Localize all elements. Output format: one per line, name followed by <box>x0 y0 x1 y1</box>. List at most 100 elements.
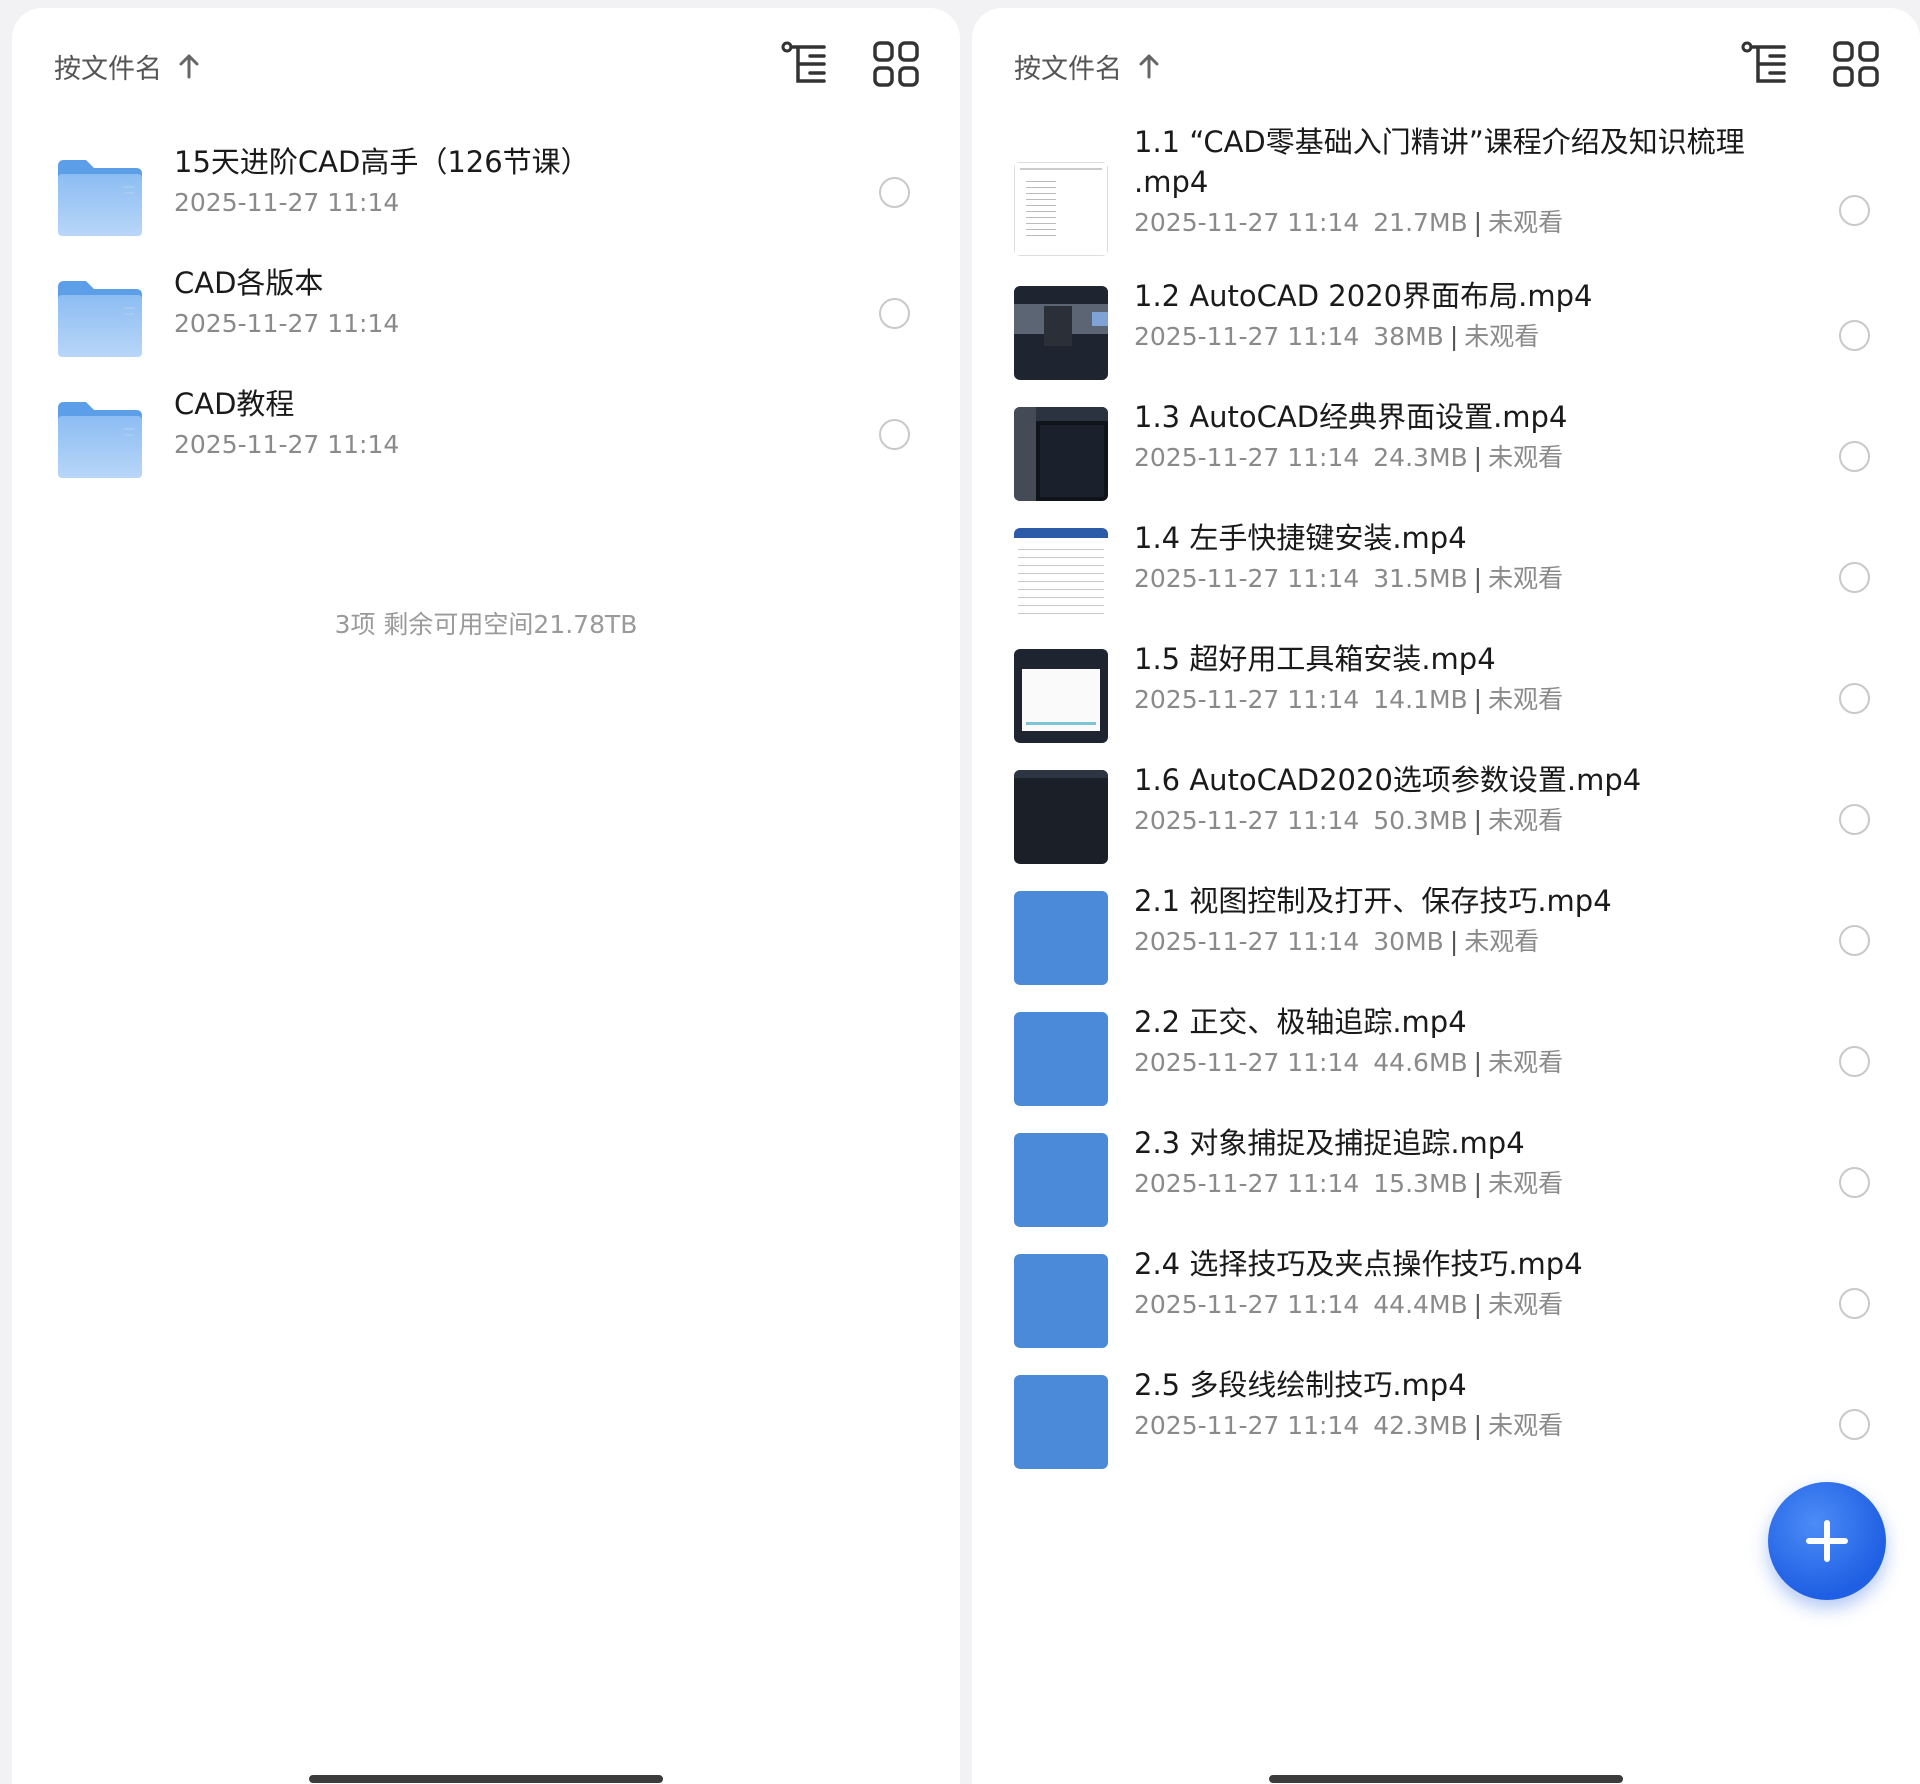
select-radio[interactable] <box>1839 683 1870 714</box>
file-row[interactable]: 1.6 AutoCAD2020选项参数设置.mp4 2025-11-27 11:1… <box>972 748 1920 878</box>
file-meta: 2025-11-27 11:14 38MB | 未观看 <box>1134 320 1780 354</box>
file-row[interactable]: 1.1 “CAD零基础入门精讲”课程介绍及知识梳理 .mp4 2025-11-27 … <box>972 125 1920 258</box>
file-text: 1.6 AutoCAD2020选项参数设置.mp4 2025-11-27 11:1… <box>1134 760 1780 838</box>
file-size: 14.1MB <box>1373 685 1468 714</box>
meta-separator: | <box>1473 1048 1483 1077</box>
sort-by-name-button[interactable]: 按文件名 <box>54 40 200 92</box>
file-size: 24.3MB <box>1373 443 1468 472</box>
folder-date: 2025-11-27 11:14 <box>174 430 400 459</box>
plus-icon <box>1806 1520 1848 1562</box>
select-radio[interactable] <box>879 419 910 450</box>
tree-view-icon[interactable] <box>778 38 830 90</box>
file-size: 15.3MB <box>1373 1169 1468 1198</box>
folder-date: 2025-11-27 11:14 <box>174 188 400 217</box>
select-radio[interactable] <box>1839 1288 1870 1319</box>
select-radio[interactable] <box>1839 925 1870 956</box>
video-thumbnail <box>1014 407 1108 501</box>
file-date: 2025-11-27 11:14 <box>1134 685 1360 714</box>
file-meta: 2025-11-27 11:14 30MB | 未观看 <box>1134 925 1780 959</box>
folder-row[interactable]: 15天进阶CAD高手（126节课） 2025-11-27 11:14 <box>12 128 960 258</box>
select-radio[interactable] <box>1839 195 1870 226</box>
file-name: 1.1 “CAD零基础入门精讲”课程介绍及知识梳理 <box>1134 125 1745 159</box>
file-row[interactable]: 2.3 对象捕捉及捕捉追踪.mp4 2025-11-27 11:14 15.3MB |… <box>972 1111 1920 1241</box>
file-row[interactable]: 1.3 AutoCAD经典界面设置.mp4 2025-11-27 11:14 24.… <box>972 385 1920 515</box>
file-meta: 2025-11-27 11:14 14.1MB | 未观看 <box>1134 683 1780 717</box>
file-row[interactable]: 2.1 视图控制及打开、保存技巧.mp4 2025-11-27 11:14 30MB… <box>972 869 1920 999</box>
folder-name: CAD各版本 <box>174 266 324 300</box>
select-radio[interactable] <box>1839 562 1870 593</box>
select-radio[interactable] <box>1839 1046 1870 1077</box>
file-text: 1.2 AutoCAD 2020界面布局.mp4 2025-11-27 11:14… <box>1134 276 1780 354</box>
file-meta: 2025-11-27 11:14 44.4MB | 未观看 <box>1134 1288 1780 1322</box>
file-date: 2025-11-27 11:14 <box>1134 443 1360 472</box>
file-meta: 2025-11-27 11:14 24.3MB | 未观看 <box>1134 441 1780 475</box>
grid-view-icon[interactable] <box>1830 38 1882 90</box>
meta-separator: | <box>1449 927 1459 956</box>
file-text: 1.3 AutoCAD经典界面设置.mp4 2025-11-27 11:14 24.… <box>1134 397 1780 475</box>
folder-name: CAD教程 <box>174 387 295 421</box>
arrow-up-icon <box>1139 54 1159 79</box>
add-button[interactable] <box>1768 1482 1886 1600</box>
file-date: 2025-11-27 11:14 <box>1134 208 1360 237</box>
watch-status: 未观看 <box>1464 927 1540 956</box>
watch-status: 未观看 <box>1488 685 1564 714</box>
watch-status: 未观看 <box>1488 806 1564 835</box>
meta-separator: | <box>1449 322 1459 351</box>
file-date: 2025-11-27 11:14 <box>1134 1411 1360 1440</box>
folder-name: 15天进阶CAD高手（126节课） <box>174 145 590 179</box>
video-thumbnail <box>1014 770 1108 864</box>
file-text: 1.1 “CAD零基础入门精讲”课程介绍及知识梳理 .mp4 2025-11-27 … <box>1134 122 1780 240</box>
select-radio[interactable] <box>879 177 910 208</box>
file-row[interactable]: 1.5 超好用工具箱安装.mp4 2025-11-27 11:14 14.1MB | 未… <box>972 627 1920 757</box>
file-size: 38MB <box>1373 322 1444 351</box>
meta-separator: | <box>1473 1169 1483 1198</box>
file-date: 2025-11-27 11:14 <box>1134 1048 1360 1077</box>
folder-text: CAD教程 2025-11-27 11:14 <box>174 384 820 462</box>
video-thumbnail <box>1014 286 1108 380</box>
home-indicator[interactable] <box>1269 1775 1623 1783</box>
file-text: 2.2 正交、极轴追踪.mp4 2025-11-27 11:14 44.6MB | 未观… <box>1134 1002 1780 1080</box>
select-radio[interactable] <box>1839 320 1870 351</box>
video-thumbnail <box>1014 1375 1108 1469</box>
video-thumbnail <box>1014 1133 1108 1227</box>
file-text: 2.5 多段线绘制技巧.mp4 2025-11-27 11:14 42.3MB | 未观… <box>1134 1365 1780 1443</box>
sort-by-name-button[interactable]: 按文件名 <box>1014 40 1160 92</box>
file-row[interactable]: 1.2 AutoCAD 2020界面布局.mp4 2025-11-27 11:14… <box>972 264 1920 394</box>
watch-status: 未观看 <box>1488 1048 1564 1077</box>
tree-view-icon[interactable] <box>1738 38 1790 90</box>
folder-row[interactable]: CAD各版本 2025-11-27 11:14 <box>12 249 960 379</box>
file-name: 1.6 AutoCAD2020选项参数设置.mp4 <box>1134 763 1642 797</box>
file-row[interactable]: 2.5 多段线绘制技巧.mp4 2025-11-27 11:14 42.3MB | 未观… <box>972 1353 1920 1483</box>
file-name: 2.4 选择技巧及夹点操作技巧.mp4 <box>1134 1247 1583 1281</box>
folder-icon <box>58 281 142 357</box>
toolbar: 按文件名 <box>12 8 960 118</box>
file-name: 1.5 超好用工具箱安装.mp4 <box>1134 642 1496 676</box>
file-meta: 2025-11-27 11:14 42.3MB | 未观看 <box>1134 1409 1780 1443</box>
meta-separator: | <box>1473 443 1483 472</box>
file-date: 2025-11-27 11:14 <box>1134 927 1360 956</box>
meta-separator: | <box>1473 564 1483 593</box>
folder-row[interactable]: CAD教程 2025-11-27 11:14 <box>12 370 960 500</box>
storage-summary: 3项 剩余可用空间21.78TB <box>334 610 638 639</box>
select-radio[interactable] <box>1839 1409 1870 1440</box>
select-radio[interactable] <box>1839 804 1870 835</box>
video-thumbnail <box>1014 649 1108 743</box>
file-meta: 2025-11-27 11:14 15.3MB | 未观看 <box>1134 1167 1780 1201</box>
folder-text: CAD各版本 2025-11-27 11:14 <box>174 263 820 341</box>
file-row[interactable]: 1.4 左手快捷键安装.mp4 2025-11-27 11:14 31.5MB | 未观… <box>972 506 1920 636</box>
select-radio[interactable] <box>1839 441 1870 472</box>
sort-label: 按文件名 <box>54 53 162 85</box>
select-radio[interactable] <box>879 298 910 329</box>
home-indicator[interactable] <box>309 1775 663 1783</box>
select-radio[interactable] <box>1839 1167 1870 1198</box>
file-date: 2025-11-27 11:14 <box>1134 564 1360 593</box>
file-name: 2.3 对象捕捉及捕捉追踪.mp4 <box>1134 1126 1525 1160</box>
file-row[interactable]: 2.4 选择技巧及夹点操作技巧.mp4 2025-11-27 11:14 44.4M… <box>972 1232 1920 1362</box>
meta-separator: | <box>1473 685 1483 714</box>
watch-status: 未观看 <box>1488 443 1564 472</box>
file-meta: 2025-11-27 11:14 44.6MB | 未观看 <box>1134 1046 1780 1080</box>
grid-view-icon[interactable] <box>870 38 922 90</box>
file-row[interactable]: 2.2 正交、极轴追踪.mp4 2025-11-27 11:14 44.6MB | 未观… <box>972 990 1920 1120</box>
file-name: 2.1 视图控制及打开、保存技巧.mp4 <box>1134 884 1612 918</box>
file-meta: 2025-11-27 11:14 31.5MB | 未观看 <box>1134 562 1780 596</box>
